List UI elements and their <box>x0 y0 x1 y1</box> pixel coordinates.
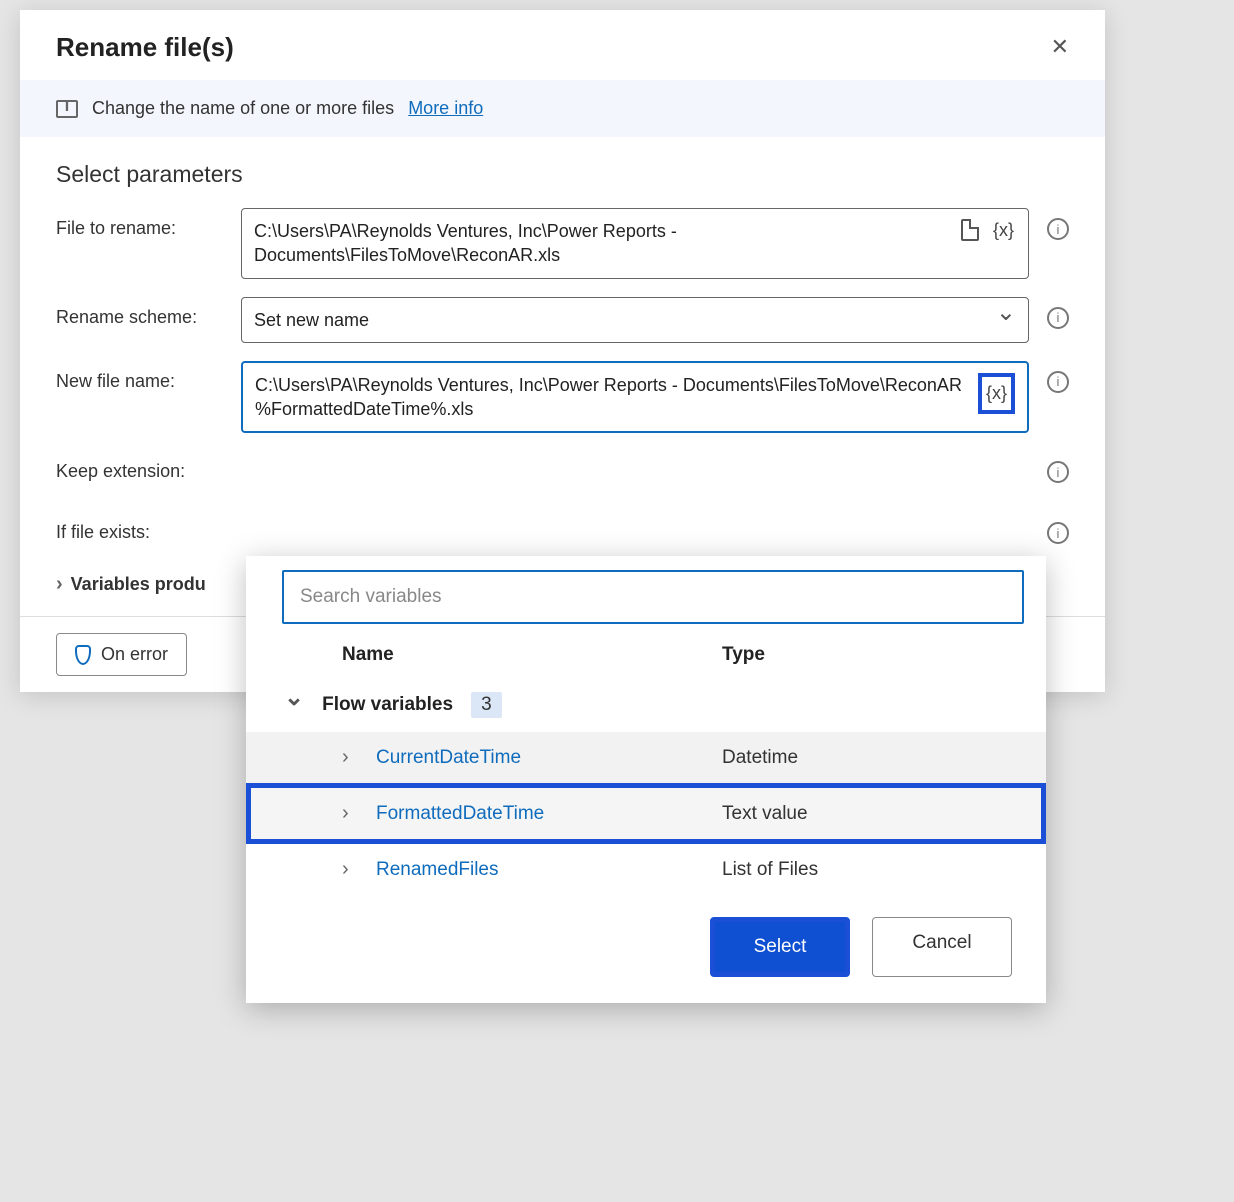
more-info-link[interactable]: More info <box>408 98 483 119</box>
group-count-badge: 3 <box>471 692 502 718</box>
picker-column-headers: Name Type <box>246 636 1046 678</box>
row-new-file-name: New file name: C:\Users\PA\Reynolds Vent… <box>56 361 1069 434</box>
label-rename-scheme: Rename scheme: <box>56 297 231 328</box>
variable-row-renamedfiles[interactable]: RenamedFiles List of Files <box>246 844 1046 895</box>
file-picker-icon[interactable] <box>961 219 979 241</box>
value-file-to-rename: C:\Users\PA\Reynolds Ventures, Inc\Power… <box>254 219 953 268</box>
group-label: Flow variables <box>322 694 453 716</box>
info-text: Change the name of one or more files <box>92 98 394 119</box>
info-bar: Change the name of one or more files Mor… <box>20 80 1105 137</box>
variable-row-currentdatetime[interactable]: CurrentDateTime Datetime <box>246 732 1046 783</box>
chevron-down-icon <box>284 696 304 714</box>
chevron-right-icon <box>342 858 376 881</box>
rename-icon <box>56 100 78 118</box>
variable-row-formatteddatetime[interactable]: FormattedDateTime Text value <box>246 783 1046 844</box>
value-rename-scheme: Set new name <box>254 308 988 332</box>
info-icon[interactable]: i <box>1047 307 1069 329</box>
dialog-title: Rename file(s) <box>56 32 234 63</box>
input-new-file-name[interactable]: C:\Users\PA\Reynolds Ventures, Inc\Power… <box>241 361 1029 434</box>
chevron-right-icon <box>342 746 376 769</box>
picker-footer: Select Cancel <box>246 895 1046 989</box>
label-keep-extension: Keep extension: <box>56 451 231 482</box>
shield-icon <box>75 645 91 665</box>
variable-type: Datetime <box>722 747 798 769</box>
chevron-right-icon <box>342 802 376 825</box>
variable-picker-icon[interactable]: {x} <box>978 373 1015 414</box>
variable-name: FormattedDateTime <box>376 803 722 825</box>
info-icon[interactable]: i <box>1047 218 1069 240</box>
chevron-down-icon <box>996 311 1016 329</box>
select-button[interactable]: Select <box>710 917 850 977</box>
on-error-button[interactable]: On error <box>56 633 187 676</box>
row-keep-extension: Keep extension: i <box>56 451 1069 494</box>
label-file-to-rename: File to rename: <box>56 208 231 239</box>
info-icon[interactable]: i <box>1047 461 1069 483</box>
variable-picker-popup: Search variables Name Type Flow variable… <box>246 556 1046 1003</box>
value-new-file-name: C:\Users\PA\Reynolds Ventures, Inc\Power… <box>255 373 970 422</box>
section-title: Select parameters <box>56 161 1069 188</box>
label-if-file-exists: If file exists: <box>56 512 231 543</box>
row-rename-scheme: Rename scheme: Set new name i <box>56 297 1069 343</box>
group-flow-variables[interactable]: Flow variables 3 <box>246 678 1046 732</box>
close-icon[interactable]: ✕ <box>1043 30 1077 64</box>
row-file-to-rename: File to rename: C:\Users\PA\Reynolds Ven… <box>56 208 1069 279</box>
on-error-label: On error <box>101 644 168 665</box>
input-file-to-rename[interactable]: C:\Users\PA\Reynolds Ventures, Inc\Power… <box>241 208 1029 279</box>
search-variables-input[interactable]: Search variables <box>282 570 1024 624</box>
header-name: Name <box>342 644 722 666</box>
label-new-file-name: New file name: <box>56 361 231 392</box>
header-type: Type <box>722 644 1046 666</box>
dialog-header: Rename file(s) ✕ <box>20 10 1105 68</box>
variable-picker-icon[interactable]: {x} <box>991 220 1016 241</box>
row-if-file-exists: If file exists: i <box>56 512 1069 555</box>
variable-name: RenamedFiles <box>376 859 722 881</box>
variable-name: CurrentDateTime <box>376 747 722 769</box>
select-rename-scheme[interactable]: Set new name <box>241 297 1029 343</box>
variable-type: Text value <box>722 803 808 825</box>
dialog-body: Select parameters File to rename: C:\Use… <box>20 137 1105 616</box>
variable-type: List of Files <box>722 859 818 881</box>
info-icon[interactable]: i <box>1047 371 1069 393</box>
info-icon[interactable]: i <box>1047 522 1069 544</box>
cancel-button[interactable]: Cancel <box>872 917 1012 977</box>
